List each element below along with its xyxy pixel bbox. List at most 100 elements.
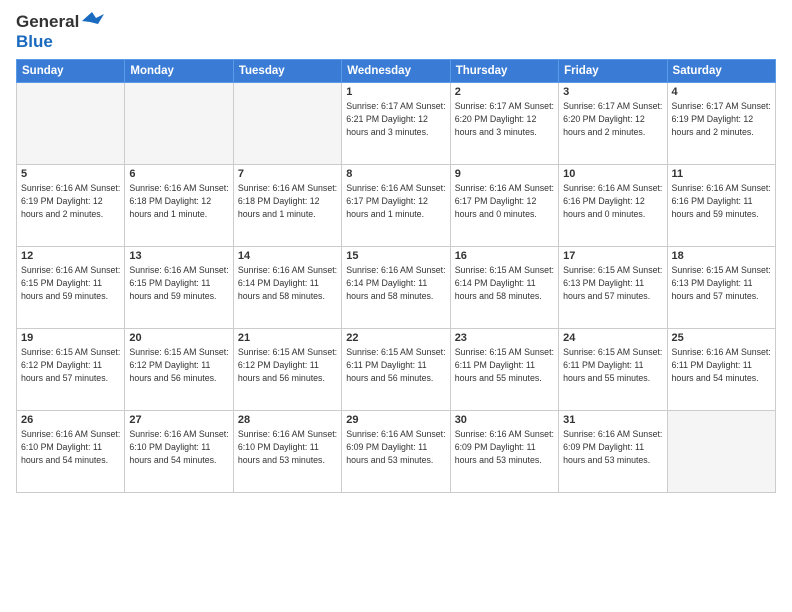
day-info: Sunrise: 6:16 AM Sunset: 6:16 PM Dayligh…: [563, 182, 662, 220]
day-number: 8: [346, 168, 445, 180]
calendar-cell: 11 Sunrise: 6:16 AM Sunset: 6:16 PM Dayli…: [667, 165, 775, 247]
calendar-cell: 19 Sunrise: 6:15 AM Sunset: 6:12 PM Dayli…: [17, 329, 125, 411]
day-number: 25: [672, 332, 771, 344]
calendar-cell: 14 Sunrise: 6:16 AM Sunset: 6:14 PM Dayli…: [233, 247, 341, 329]
day-info: Sunrise: 6:16 AM Sunset: 6:15 PM Dayligh…: [21, 264, 120, 302]
calendar-cell: 8 Sunrise: 6:16 AM Sunset: 6:17 PM Daylig…: [342, 165, 450, 247]
logo-bird-icon: [82, 12, 104, 30]
day-info: Sunrise: 6:17 AM Sunset: 6:21 PM Dayligh…: [346, 100, 445, 138]
day-number: 18: [672, 250, 771, 262]
day-number: 1: [346, 86, 445, 98]
weekday-header: Saturday: [667, 60, 775, 83]
day-info: Sunrise: 6:17 AM Sunset: 6:20 PM Dayligh…: [455, 100, 554, 138]
day-number: 27: [129, 414, 228, 426]
day-info: Sunrise: 6:15 AM Sunset: 6:13 PM Dayligh…: [672, 264, 771, 302]
calendar-week-row: 1 Sunrise: 6:17 AM Sunset: 6:21 PM Daylig…: [17, 83, 776, 165]
day-info: Sunrise: 6:16 AM Sunset: 6:09 PM Dayligh…: [455, 428, 554, 466]
day-info: Sunrise: 6:16 AM Sunset: 6:14 PM Dayligh…: [346, 264, 445, 302]
day-info: Sunrise: 6:16 AM Sunset: 6:09 PM Dayligh…: [346, 428, 445, 466]
weekday-header: Friday: [559, 60, 667, 83]
day-info: Sunrise: 6:16 AM Sunset: 6:16 PM Dayligh…: [672, 182, 771, 220]
day-number: 31: [563, 414, 662, 426]
day-number: 16: [455, 250, 554, 262]
day-number: 5: [21, 168, 120, 180]
calendar-cell: 5Sunrise: 6:16 AM Sunset: 6:19 PM Daylig…: [17, 165, 125, 247]
day-info: Sunrise: 6:15 AM Sunset: 6:12 PM Dayligh…: [21, 346, 120, 384]
calendar-cell: 18 Sunrise: 6:15 AM Sunset: 6:13 PM Dayli…: [667, 247, 775, 329]
day-number: 19: [21, 332, 120, 344]
day-info: Sunrise: 6:16 AM Sunset: 6:17 PM Dayligh…: [346, 182, 445, 220]
day-number: 15: [346, 250, 445, 262]
calendar-cell: 9 Sunrise: 6:16 AM Sunset: 6:17 PM Daylig…: [450, 165, 558, 247]
day-number: 29: [346, 414, 445, 426]
calendar-cell: 15 Sunrise: 6:16 AM Sunset: 6:14 PM Dayli…: [342, 247, 450, 329]
calendar-table: SundayMondayTuesdayWednesdayThursdayFrid…: [16, 59, 776, 493]
weekday-header: Sunday: [17, 60, 125, 83]
day-info: Sunrise: 6:17 AM Sunset: 6:19 PM Dayligh…: [672, 100, 771, 138]
day-info: Sunrise: 6:16 AM Sunset: 6:10 PM Dayligh…: [129, 428, 228, 466]
day-number: 26: [21, 414, 120, 426]
day-number: 12: [21, 250, 120, 262]
calendar-cell: [667, 411, 775, 493]
day-info: Sunrise: 6:16 AM Sunset: 6:18 PM Dayligh…: [129, 182, 228, 220]
day-number: 20: [129, 332, 228, 344]
weekday-header: Thursday: [450, 60, 558, 83]
page-header: General Blue: [16, 12, 776, 51]
day-info: Sunrise: 6:15 AM Sunset: 6:12 PM Dayligh…: [129, 346, 228, 384]
calendar-week-row: 12 Sunrise: 6:16 AM Sunset: 6:15 PM Dayli…: [17, 247, 776, 329]
calendar-cell: 3 Sunrise: 6:17 AM Sunset: 6:20 PM Daylig…: [559, 83, 667, 165]
day-info: Sunrise: 6:16 AM Sunset: 6:18 PM Dayligh…: [238, 182, 337, 220]
logo-general-text: General: [16, 12, 79, 32]
day-info: Sunrise: 6:15 AM Sunset: 6:12 PM Dayligh…: [238, 346, 337, 384]
day-info: Sunrise: 6:16 AM Sunset: 6:10 PM Dayligh…: [21, 428, 120, 466]
logo-container: General Blue: [16, 12, 104, 51]
calendar-cell: 13 Sunrise: 6:16 AM Sunset: 6:15 PM Dayli…: [125, 247, 233, 329]
day-info: Sunrise: 6:16 AM Sunset: 6:09 PM Dayligh…: [563, 428, 662, 466]
calendar-cell: 16Sunrise: 6:15 AM Sunset: 6:14 PM Dayli…: [450, 247, 558, 329]
day-info: Sunrise: 6:15 AM Sunset: 6:11 PM Dayligh…: [455, 346, 554, 384]
day-info: Sunrise: 6:15 AM Sunset: 6:11 PM Dayligh…: [346, 346, 445, 384]
calendar-cell: 12 Sunrise: 6:16 AM Sunset: 6:15 PM Dayli…: [17, 247, 125, 329]
calendar-cell: 23 Sunrise: 6:15 AM Sunset: 6:11 PM Dayli…: [450, 329, 558, 411]
day-info: Sunrise: 6:15 AM Sunset: 6:11 PM Dayligh…: [563, 346, 662, 384]
day-number: 7: [238, 168, 337, 180]
day-number: 17: [563, 250, 662, 262]
day-number: 4: [672, 86, 771, 98]
day-number: 10: [563, 168, 662, 180]
calendar-cell: 1 Sunrise: 6:17 AM Sunset: 6:21 PM Daylig…: [342, 83, 450, 165]
day-number: 13: [129, 250, 228, 262]
calendar-week-row: 19 Sunrise: 6:15 AM Sunset: 6:12 PM Dayli…: [17, 329, 776, 411]
day-number: 22: [346, 332, 445, 344]
day-info: Sunrise: 6:16 AM Sunset: 6:11 PM Dayligh…: [672, 346, 771, 384]
day-number: 14: [238, 250, 337, 262]
day-info: Sunrise: 6:15 AM Sunset: 6:13 PM Dayligh…: [563, 264, 662, 302]
calendar-cell: 21 Sunrise: 6:15 AM Sunset: 6:12 PM Dayli…: [233, 329, 341, 411]
logo-blue-text: Blue: [16, 32, 53, 52]
calendar-cell: [125, 83, 233, 165]
day-info: Sunrise: 6:16 AM Sunset: 6:15 PM Dayligh…: [129, 264, 228, 302]
day-number: 21: [238, 332, 337, 344]
day-number: 30: [455, 414, 554, 426]
day-number: 23: [455, 332, 554, 344]
calendar-cell: 28Sunrise: 6:16 AM Sunset: 6:10 PM Dayli…: [233, 411, 341, 493]
day-info: Sunrise: 6:16 AM Sunset: 6:17 PM Dayligh…: [455, 182, 554, 220]
calendar-cell: 29 Sunrise: 6:16 AM Sunset: 6:09 PM Dayli…: [342, 411, 450, 493]
calendar-cell: 22 Sunrise: 6:15 AM Sunset: 6:11 PM Dayli…: [342, 329, 450, 411]
day-number: 9: [455, 168, 554, 180]
day-info: Sunrise: 6:16 AM Sunset: 6:14 PM Dayligh…: [238, 264, 337, 302]
calendar-header-row: SundayMondayTuesdayWednesdayThursdayFrid…: [17, 60, 776, 83]
day-info: Sunrise: 6:17 AM Sunset: 6:20 PM Dayligh…: [563, 100, 662, 138]
calendar-cell: 17 Sunrise: 6:15 AM Sunset: 6:13 PM Dayli…: [559, 247, 667, 329]
day-number: 3: [563, 86, 662, 98]
day-number: 6: [129, 168, 228, 180]
calendar-cell: 10 Sunrise: 6:16 AM Sunset: 6:16 PM Dayli…: [559, 165, 667, 247]
day-number: 2: [455, 86, 554, 98]
calendar-cell: 20 Sunrise: 6:15 AM Sunset: 6:12 PM Dayli…: [125, 329, 233, 411]
weekday-header: Monday: [125, 60, 233, 83]
weekday-header: Tuesday: [233, 60, 341, 83]
calendar-cell: 30 Sunrise: 6:16 AM Sunset: 6:09 PM Dayli…: [450, 411, 558, 493]
calendar-cell: [233, 83, 341, 165]
day-number: 11: [672, 168, 771, 180]
day-info: Sunrise: 6:16 AM Sunset: 6:10 PM Dayligh…: [238, 428, 337, 466]
weekday-header: Wednesday: [342, 60, 450, 83]
